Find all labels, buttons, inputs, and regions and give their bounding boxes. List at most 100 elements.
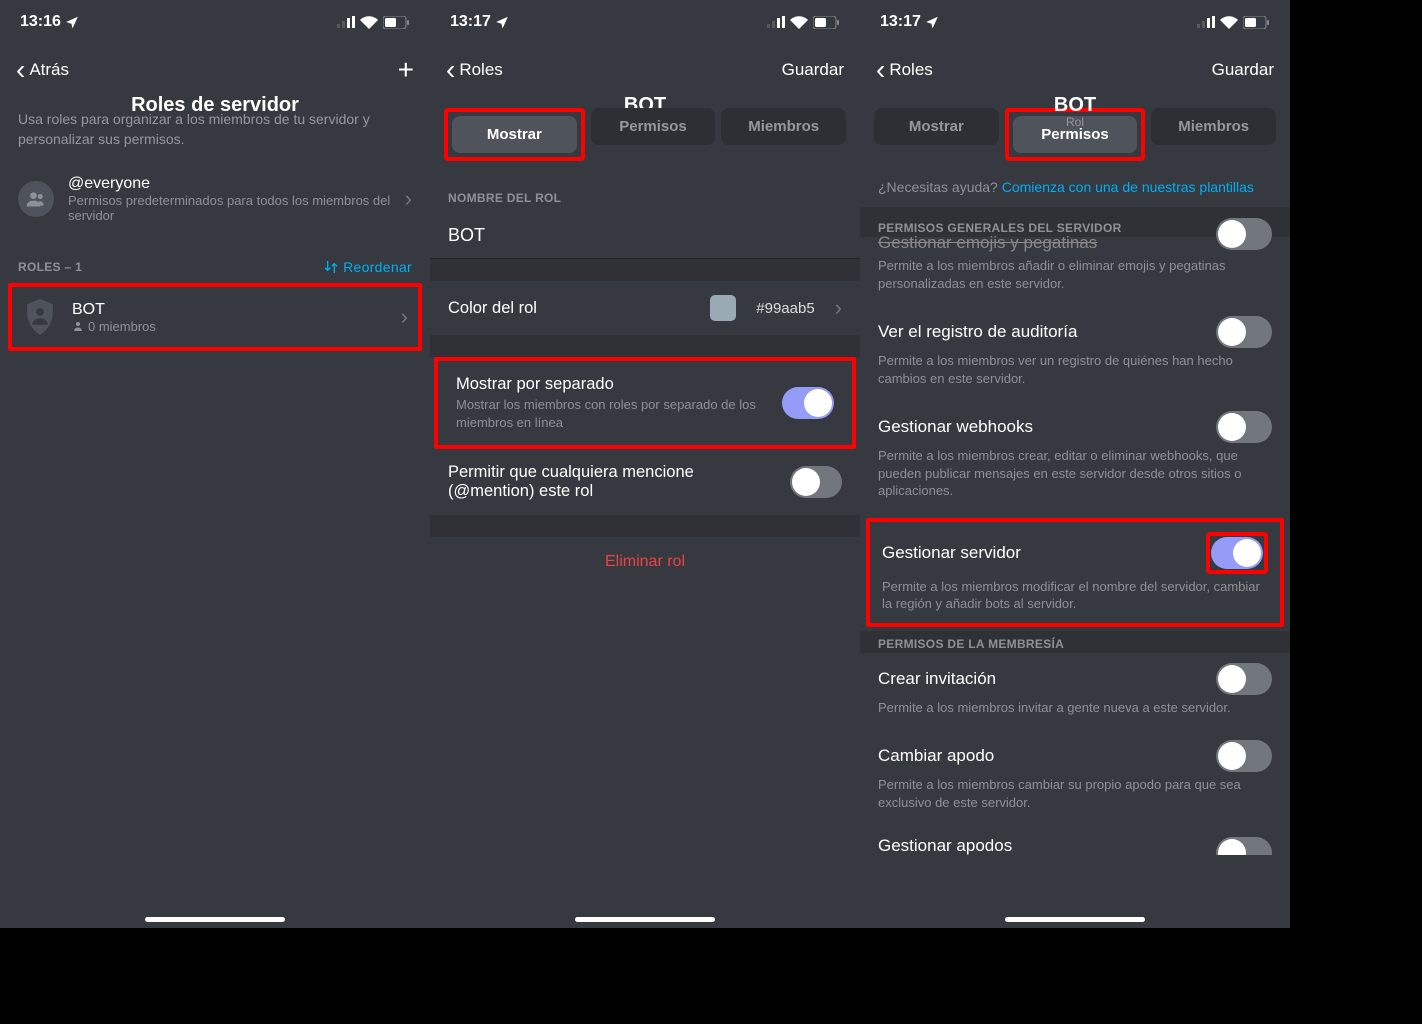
signal-icon [337, 16, 355, 28]
nickname-toggle[interactable] [1216, 740, 1272, 772]
battery-icon [1243, 16, 1270, 29]
back-label: Roles [889, 60, 932, 80]
add-role-button[interactable]: + [398, 54, 414, 86]
battery-icon [813, 16, 840, 29]
audit-title: Ver el registro de auditoría [878, 322, 1077, 342]
back-label: Roles [459, 60, 502, 80]
perm-manage-server: Gestionar servidor Permite a los miembro… [870, 522, 1280, 623]
chevron-right-icon: › [405, 186, 412, 212]
wifi-icon [360, 16, 378, 29]
tab-show[interactable]: Mostrar [452, 116, 577, 153]
back-button[interactable]: ‹ Roles [446, 56, 503, 84]
home-indicator[interactable] [145, 917, 285, 922]
nav-bar: ‹ Roles BOT Rol Guardar [860, 44, 1290, 96]
location-icon [65, 15, 79, 29]
people-icon [18, 181, 54, 217]
bot-role-item[interactable]: BOT 0 miembros › [12, 287, 418, 347]
tab-bar: Mostrar Permisos Miembros [430, 96, 860, 173]
mention-row: Permitir que cualquiera mencione (@menti… [430, 449, 860, 515]
show-separately-title: Mostrar por separado [456, 375, 770, 394]
tab-show[interactable]: Mostrar [874, 108, 999, 145]
membership-perms-header: PERMISOS DE LA MEMBRESÍA [860, 631, 1290, 653]
panel-role-permissions: 13:17 ‹ Roles BOT Rol Guardar Mostrar Pe… [860, 0, 1290, 928]
save-button[interactable]: Guardar [782, 60, 844, 80]
page-title: BOT [1054, 94, 1096, 117]
back-button[interactable]: ‹ Atrás [16, 56, 69, 84]
roles-section-header: ROLES – 1 Reordenar [0, 235, 430, 283]
show-separately-toggle[interactable] [782, 387, 834, 419]
manage-nick-toggle[interactable] [1216, 837, 1272, 855]
server-title: Gestionar servidor [882, 543, 1021, 563]
signal-icon [1197, 16, 1215, 28]
reorder-button[interactable]: Reordenar [323, 259, 412, 275]
chevron-right-icon: › [401, 304, 408, 330]
invite-toggle[interactable] [1216, 663, 1272, 695]
color-swatch [710, 295, 736, 321]
home-indicator[interactable] [575, 917, 715, 922]
perm-manage-nicknames: Gestionar apodos [860, 826, 1290, 856]
everyone-role-item[interactable]: @everyone Permisos predeterminados para … [0, 163, 430, 235]
everyone-sub: Permisos predeterminados para todos los … [68, 193, 391, 223]
show-separately-desc: Mostrar los miembros con roles por separ… [456, 396, 770, 431]
emoji-toggle[interactable] [1216, 218, 1272, 250]
mention-title: Permitir que cualquiera mencione (@menti… [448, 463, 778, 501]
show-separately-row: Mostrar por separado Mostrar los miembro… [438, 361, 852, 445]
audit-toggle[interactable] [1216, 316, 1272, 348]
role-color-row[interactable]: Color del rol #99aab5 › [430, 281, 860, 335]
invite-desc: Permite a los miembros invitar a gente n… [878, 699, 1272, 717]
everyone-title: @everyone [68, 175, 391, 193]
audit-desc: Permite a los miembros ver un registro d… [878, 352, 1272, 387]
back-label: Atrás [29, 60, 69, 80]
panel-role-display: 13:17 ‹ Roles BOT Rol Guardar Mostrar Pe… [430, 0, 860, 928]
webhooks-desc: Permite a los miembros crear, editar o e… [878, 447, 1272, 500]
perm-change-nickname: Cambiar apodo Permite a los miembros cam… [860, 730, 1290, 825]
color-label: Color del rol [448, 299, 698, 318]
status-time: 13:17 [450, 13, 491, 31]
role-members: 0 miembros [72, 319, 387, 334]
role-name-label: NOMBRE DEL ROL [430, 173, 860, 213]
role-name-input[interactable]: BOT [430, 213, 860, 259]
nav-bar: ‹ Atrás Roles de servidor + [0, 44, 430, 96]
tab-members[interactable]: Miembros [1151, 108, 1276, 145]
chevron-left-icon: ‹ [446, 56, 455, 84]
reorder-label: Reordenar [343, 259, 412, 275]
emoji-desc: Permite a los miembros añadir o eliminar… [878, 257, 1272, 292]
templates-link[interactable]: Comienza con una de nuestras plantillas [1002, 179, 1254, 195]
perm-webhooks: Gestionar webhooks Permite a los miembro… [860, 401, 1290, 514]
server-toggle[interactable] [1211, 537, 1263, 569]
panel-roles-list: 13:16 ‹ Atrás Roles de servidor + Usa ro… [0, 0, 430, 928]
nav-bar: ‹ Roles BOT Rol Guardar [430, 44, 860, 96]
shield-icon [22, 299, 58, 335]
wifi-icon [1220, 16, 1238, 29]
tab-permissions[interactable]: Permisos [591, 108, 716, 145]
webhooks-title: Gestionar webhooks [878, 417, 1033, 437]
delete-role-button[interactable]: Eliminar rol [430, 537, 860, 587]
back-button[interactable]: ‹ Roles [876, 56, 933, 84]
perm-create-invite: Crear invitación Permite a los miembros … [860, 653, 1290, 731]
mention-toggle[interactable] [790, 466, 842, 498]
home-indicator[interactable] [1005, 917, 1145, 922]
roles-count-label: ROLES – 1 [18, 260, 82, 274]
page-subtitle: Rol [1054, 115, 1096, 129]
help-text: ¿Necesitas ayuda? Comienza con una de nu… [860, 173, 1290, 207]
status-time: 13:17 [880, 13, 921, 31]
status-bar: 13:17 [860, 0, 1290, 44]
battery-icon [383, 16, 410, 29]
wifi-icon [790, 16, 808, 29]
location-icon [495, 15, 509, 29]
webhooks-toggle[interactable] [1216, 411, 1272, 443]
perm-audit-log: Ver el registro de auditoría Permite a l… [860, 306, 1290, 401]
location-icon [925, 15, 939, 29]
chevron-right-icon: › [835, 295, 842, 321]
server-desc: Permite a los miembros modificar el nomb… [882, 578, 1268, 613]
invite-title: Crear invitación [878, 669, 996, 689]
status-bar: 13:17 [430, 0, 860, 44]
save-button[interactable]: Guardar [1212, 60, 1274, 80]
nickname-title: Cambiar apodo [878, 746, 994, 766]
chevron-left-icon: ‹ [876, 56, 885, 84]
status-time: 13:16 [20, 13, 61, 31]
perm-manage-emojis: Gestionar emojis y pegatinas Permite a l… [860, 233, 1290, 306]
tab-members[interactable]: Miembros [721, 108, 846, 145]
role-name: BOT [72, 301, 387, 319]
color-value: #99aab5 [756, 300, 814, 317]
